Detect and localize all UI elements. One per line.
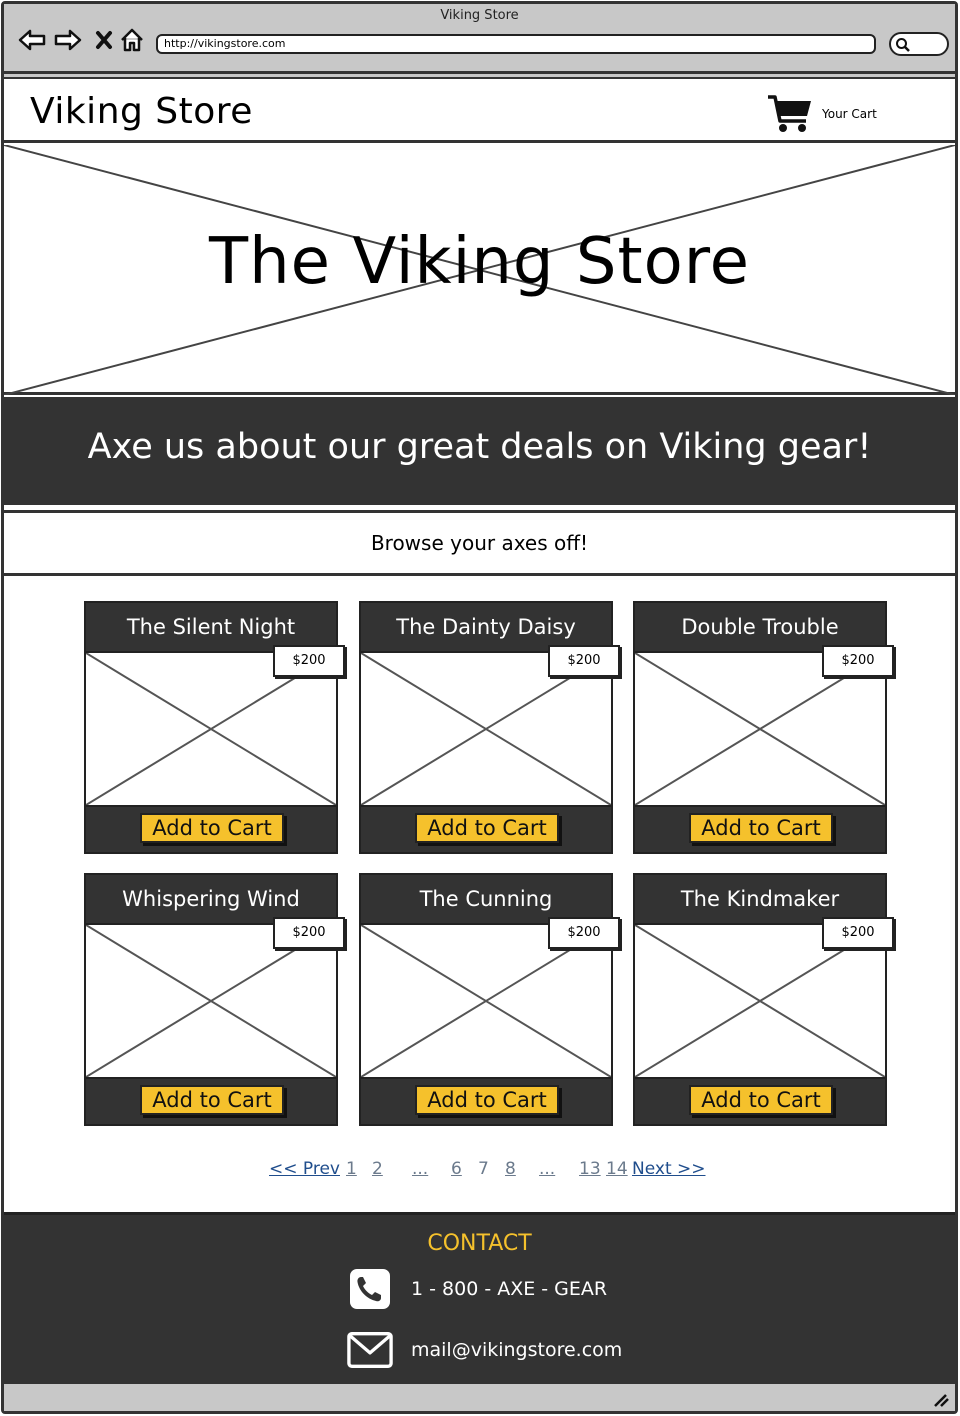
page-link-8[interactable]: 8 [505,1159,516,1179]
shopping-cart-icon [768,95,811,132]
page-link-13[interactable]: 13 [579,1159,601,1179]
home-icon[interactable] [118,26,146,54]
price-tag: $200 [273,645,345,677]
site-logo[interactable]: Viking Store [30,91,253,132]
url-input[interactable]: http://vikingstore.com [156,34,876,54]
product-title[interactable]: Double Trouble [635,603,885,651]
site-header: Viking Store Your Cart [4,77,955,143]
browse-heading-bar: Browse your axes off! [4,510,955,576]
phone-contact[interactable]: 1 - 800 - AXE - GEAR [347,1267,607,1311]
forward-icon[interactable] [54,26,82,54]
page-ellipsis: ... [539,1159,556,1179]
page-link-6[interactable]: 6 [451,1159,462,1179]
product-card: Whispering Wind $200 Add to Cart [84,873,345,1126]
product-title[interactable]: The Cunning [361,875,611,923]
prev-page-link[interactable]: << Prev [269,1159,340,1179]
product-card: Double Trouble $200 Add to Cart [633,601,894,854]
product-title[interactable]: The Dainty Daisy [361,603,611,651]
add-to-cart-button[interactable]: Add to Cart [689,813,833,843]
product-card: The Silent Night $200 Add to Cart [84,601,345,854]
product-title[interactable]: The Kindmaker [635,875,885,923]
browse-heading: Browse your axes off! [370,531,589,555]
price-tag: $200 [822,917,894,949]
resize-grip-icon[interactable] [931,1393,949,1407]
price-tag: $200 [548,645,620,677]
add-to-cart-button[interactable]: Add to Cart [415,813,559,843]
window-title: Viking Store [440,8,519,23]
browser-status-bar [4,1381,955,1411]
product-card: The Cunning $200 Add to Cart [359,873,620,1126]
deals-banner: Axe us about our great deals on Viking g… [4,397,955,505]
cart-link[interactable]: Your Cart [766,93,877,135]
email-contact[interactable]: mail@vikingstore.com [347,1331,622,1369]
browser-window: Viking Store http://vikingstore.com Viki… [1,1,958,1414]
price-tag: $200 [822,645,894,677]
close-icon[interactable] [90,26,118,54]
phone-icon [350,1269,390,1309]
add-to-cart-button[interactable]: Add to Cart [415,1085,559,1115]
search-icon [896,38,910,52]
page-current-7: 7 [478,1159,489,1179]
price-tag: $200 [548,917,620,949]
add-to-cart-button[interactable]: Add to Cart [140,1085,284,1115]
page-viewport: Viking Store Your Cart The Viking Store … [4,77,955,1388]
page-ellipsis: ... [412,1159,429,1179]
page-link-1[interactable]: 1 [346,1159,357,1179]
phone-number: 1 - 800 - AXE - GEAR [411,1278,608,1300]
deals-banner-text: Axe us about our great deals on Viking g… [87,427,872,467]
add-to-cart-button[interactable]: Add to Cart [140,813,284,843]
hero-image-placeholder: The Viking Store [4,145,955,395]
contact-title: CONTACT [427,1231,532,1256]
page-link-2[interactable]: 2 [372,1159,383,1179]
hero-title: The Viking Store [208,225,751,299]
product-card: The Kindmaker $200 Add to Cart [633,873,894,1126]
pagination: << Prev 1 2 ... 6 7 8 ... 13 14 Next >> [4,1159,955,1189]
browser-toolbar: Viking Store http://vikingstore.com [4,4,955,74]
cart-label: Your Cart [822,107,877,121]
product-card: The Dainty Daisy $200 Add to Cart [359,601,620,854]
back-icon[interactable] [18,26,46,54]
product-title[interactable]: The Silent Night [86,603,336,651]
mail-icon [347,1332,393,1368]
next-page-link[interactable]: Next >> [632,1159,706,1179]
browser-search-field[interactable] [889,32,949,56]
product-title[interactable]: Whispering Wind [86,875,336,923]
page-link-14[interactable]: 14 [606,1159,628,1179]
add-to-cart-button[interactable]: Add to Cart [689,1085,833,1115]
email-address: mail@vikingstore.com [411,1339,623,1361]
price-tag: $200 [273,917,345,949]
contact-footer: CONTACT 1 - 800 - AXE - GEAR mail@viking… [4,1212,955,1388]
